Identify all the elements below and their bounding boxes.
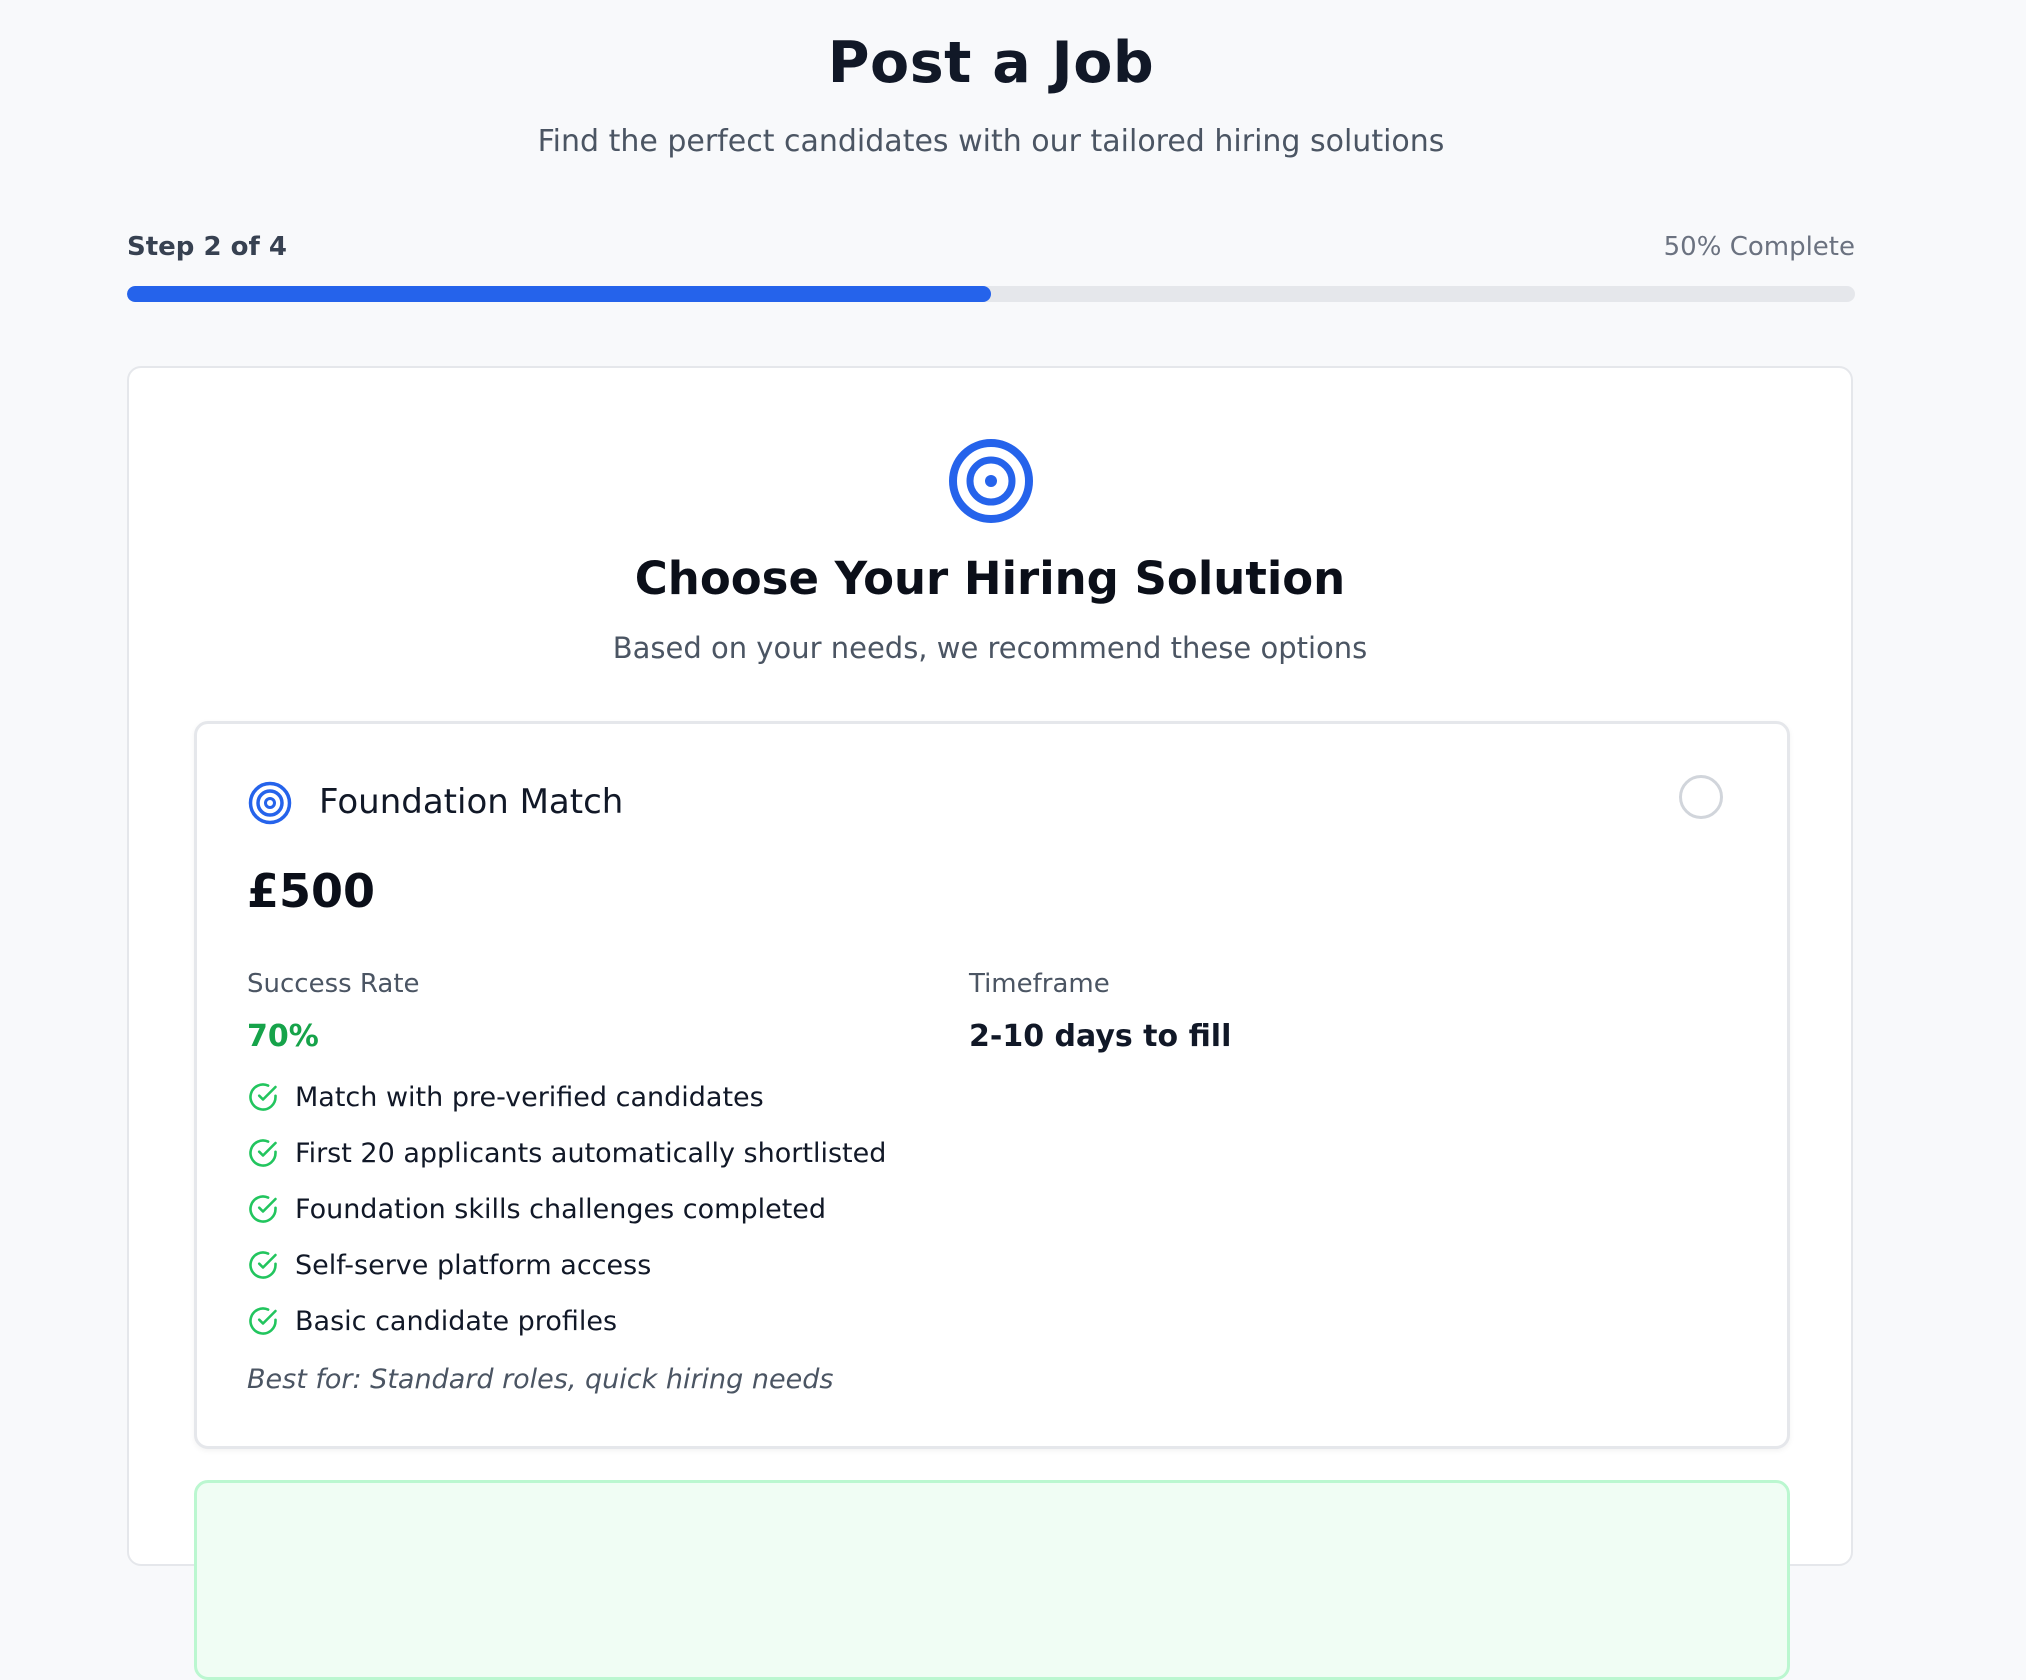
section-title: Choose Your Hiring Solution xyxy=(634,552,1346,605)
check-circle-icon xyxy=(249,1139,277,1167)
feature-list: Match with pre-verified candidates First… xyxy=(247,1069,886,1349)
feature-item: First 20 applicants automatically shortl… xyxy=(247,1125,886,1181)
progress-percent-label: 50% Complete xyxy=(1663,232,1855,262)
target-icon xyxy=(949,439,1033,523)
best-for-note: Best for: Standard roles, quick hiring n… xyxy=(247,1364,834,1395)
feature-item: Basic candidate profiles xyxy=(247,1293,886,1349)
hiring-solution-card: Choose Your Hiring Solution Based on you… xyxy=(127,366,1853,1680)
option-card-next[interactable] xyxy=(194,1480,1790,1680)
option-card-foundation-match[interactable]: Foundation Match £500 Success Rate 70% T… xyxy=(194,721,1790,1449)
success-rate-label: Success Rate xyxy=(247,969,420,999)
feature-text: First 20 applicants automatically shortl… xyxy=(295,1137,887,1169)
check-circle-icon xyxy=(249,1083,277,1111)
success-rate-value: 70% xyxy=(247,1019,319,1054)
feature-item: Foundation skills challenges completed xyxy=(247,1181,886,1237)
page-title: Post a Job xyxy=(827,30,1155,96)
feature-text: Foundation skills challenges completed xyxy=(295,1193,827,1225)
feature-item: Match with pre-verified candidates xyxy=(247,1069,886,1125)
section-subtitle: Based on your needs, we recommend these … xyxy=(612,631,1368,665)
option-radio[interactable] xyxy=(1679,775,1723,819)
progress-bar-fill xyxy=(127,286,991,302)
feature-text: Basic candidate profiles xyxy=(295,1305,618,1337)
step-indicator: Step 2 of 4 xyxy=(127,232,287,262)
check-circle-icon xyxy=(249,1307,277,1335)
check-circle-icon xyxy=(249,1251,277,1279)
timeframe-label: Timeframe xyxy=(969,969,1110,999)
option-name: Foundation Match xyxy=(319,782,624,822)
option-price: £500 xyxy=(247,864,376,918)
target-icon xyxy=(248,781,292,825)
progress-bar xyxy=(127,286,1855,302)
timeframe-value: 2-10 days to fill xyxy=(969,1019,1232,1054)
page-subtitle: Find the perfect candidates with our tai… xyxy=(537,124,1445,159)
feature-text: Match with pre-verified candidates xyxy=(295,1081,764,1113)
feature-text: Self-serve platform access xyxy=(295,1249,652,1281)
check-circle-icon xyxy=(249,1195,277,1223)
feature-item: Self-serve platform access xyxy=(247,1237,886,1293)
